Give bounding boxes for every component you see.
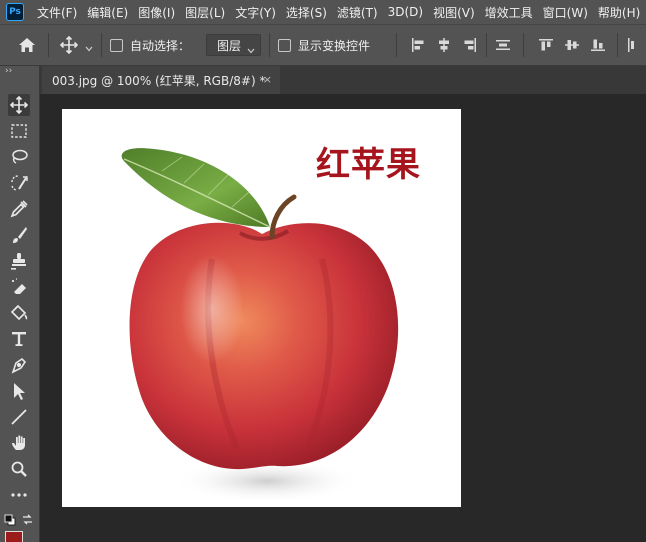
menu-select[interactable]: 选择(S) bbox=[281, 4, 332, 21]
menu-image[interactable]: 图像(I) bbox=[133, 4, 180, 21]
pen-tool-icon[interactable] bbox=[8, 354, 30, 376]
menu-plugins[interactable]: 增效工具 bbox=[480, 4, 538, 21]
photoshop-logo-icon: Ps bbox=[6, 3, 24, 21]
object-selection-tool-icon[interactable] bbox=[8, 172, 30, 194]
menu-3d[interactable]: 3D(D) bbox=[383, 5, 428, 19]
separator bbox=[101, 33, 102, 57]
eyedropper-tool-icon[interactable] bbox=[8, 198, 30, 220]
type-tool-icon[interactable] bbox=[8, 328, 30, 350]
separator bbox=[48, 33, 49, 57]
menu-help[interactable]: 帮助(H) bbox=[593, 4, 645, 21]
separator bbox=[269, 33, 270, 57]
menu-view[interactable]: 视图(V) bbox=[428, 4, 480, 21]
marquee-tool-icon[interactable] bbox=[8, 120, 30, 142]
align-bottom-edges-icon[interactable] bbox=[590, 37, 606, 53]
chevron-down-icon bbox=[247, 43, 255, 54]
show-transform-checkbox[interactable] bbox=[278, 39, 291, 52]
separator bbox=[396, 33, 397, 57]
chevron-down-icon[interactable] bbox=[85, 41, 93, 52]
line-tool-icon[interactable] bbox=[8, 406, 30, 428]
align-left-edges-icon[interactable] bbox=[410, 37, 426, 53]
separator bbox=[617, 33, 618, 57]
canvas-image[interactable]: 红苹果 bbox=[62, 109, 461, 507]
zoom-tool-icon[interactable] bbox=[8, 458, 30, 480]
menu-file[interactable]: 文件(F) bbox=[32, 4, 82, 21]
align-right-edges-icon[interactable] bbox=[462, 37, 478, 53]
auto-select-label: 自动选择： bbox=[130, 39, 191, 53]
foreground-color-swatch[interactable] bbox=[5, 531, 23, 542]
separator bbox=[523, 33, 524, 57]
menu-window[interactable]: 窗口(W) bbox=[538, 4, 593, 21]
brush-tool-icon[interactable] bbox=[8, 224, 30, 246]
align-top-edges-icon[interactable] bbox=[538, 37, 554, 53]
document-tab[interactable]: 003.jpg @ 100% (红苹果, RGB/8#) * × bbox=[42, 66, 280, 94]
eraser-tool-icon[interactable] bbox=[8, 276, 30, 298]
menu-layer[interactable]: 图层(L) bbox=[180, 4, 230, 21]
align-horizontal-centers-icon[interactable] bbox=[436, 37, 452, 53]
canvas-title-text: 红苹果 bbox=[316, 145, 421, 185]
menu-bar: Ps 文件(F) 编辑(E) 图像(I) 图层(L) 文字(Y) 选择(S) 滤… bbox=[0, 0, 646, 24]
lasso-tool-icon[interactable] bbox=[8, 146, 30, 168]
home-icon[interactable] bbox=[18, 36, 36, 54]
align-vertical-centers-icon[interactable] bbox=[564, 37, 580, 53]
menu-filter[interactable]: 滤镜(T) bbox=[332, 4, 383, 21]
menu-type[interactable]: 文字(Y) bbox=[230, 4, 281, 21]
separator bbox=[486, 33, 487, 57]
auto-select-checkbox[interactable] bbox=[110, 39, 123, 52]
distribute-vertical-icon[interactable] bbox=[495, 37, 511, 53]
move-tool-preset-icon[interactable] bbox=[59, 35, 79, 55]
document-tab-title: 003.jpg @ 100% (红苹果, RGB/8#) * bbox=[52, 73, 266, 88]
paint-bucket-tool-icon[interactable] bbox=[8, 302, 30, 324]
show-transform-label: 显示变换控件 bbox=[298, 39, 371, 53]
hand-tool-icon[interactable] bbox=[8, 432, 30, 454]
auto-select-target-dropdown[interactable]: 图层 bbox=[206, 34, 261, 56]
collapse-panel-icon[interactable]: ›› bbox=[5, 66, 12, 76]
swap-colors-icon[interactable] bbox=[21, 513, 34, 526]
more-tools-icon[interactable] bbox=[8, 484, 30, 506]
default-colors-icon[interactable] bbox=[4, 514, 16, 526]
auto-select-target-value: 图层 bbox=[217, 38, 242, 53]
move-tool-icon[interactable] bbox=[8, 94, 30, 116]
options-bar: 自动选择： 图层 显示变换控件 bbox=[0, 24, 646, 66]
distribute-left-icon[interactable] bbox=[626, 37, 642, 53]
document-tab-strip: 003.jpg @ 100% (红苹果, RGB/8#) * × bbox=[40, 66, 646, 94]
close-icon[interactable]: × bbox=[263, 73, 272, 86]
menu-edit[interactable]: 编辑(E) bbox=[82, 4, 133, 21]
path-selection-tool-icon[interactable] bbox=[8, 380, 30, 402]
tools-panel: ›› bbox=[0, 66, 40, 542]
clone-stamp-tool-icon[interactable] bbox=[8, 250, 30, 272]
document-canvas-area[interactable]: 红苹果 bbox=[40, 94, 646, 542]
